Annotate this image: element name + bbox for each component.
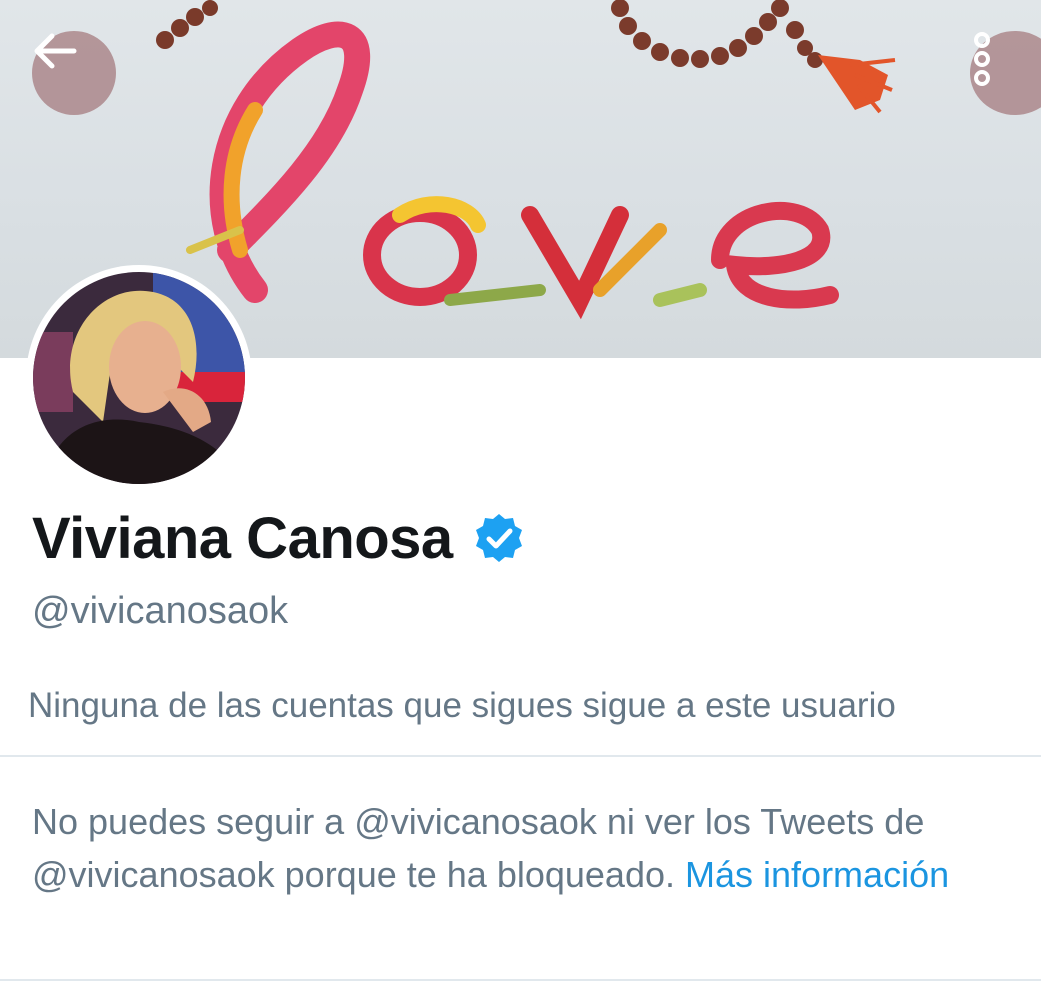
avatar[interactable] <box>26 265 252 491</box>
blocked-notice: No puedes seguir a @vivicanosaok ni ver … <box>32 795 992 901</box>
more-vertical-icon <box>974 32 990 86</box>
avatar-photo <box>33 272 245 484</box>
divider <box>0 979 1041 981</box>
arrow-left-icon <box>34 33 77 69</box>
divider <box>0 755 1041 757</box>
username-handle: @vivicanosaok <box>32 590 289 632</box>
name-row: Viviana Canosa <box>32 500 525 576</box>
verified-badge-icon <box>475 514 522 562</box>
back-button[interactable] <box>32 31 116 115</box>
more-info-link[interactable]: Más información <box>685 854 949 895</box>
followers-you-know: Ninguna de las cuentas que sigues sigue … <box>28 686 896 725</box>
display-name: Viviana Canosa <box>32 505 453 571</box>
